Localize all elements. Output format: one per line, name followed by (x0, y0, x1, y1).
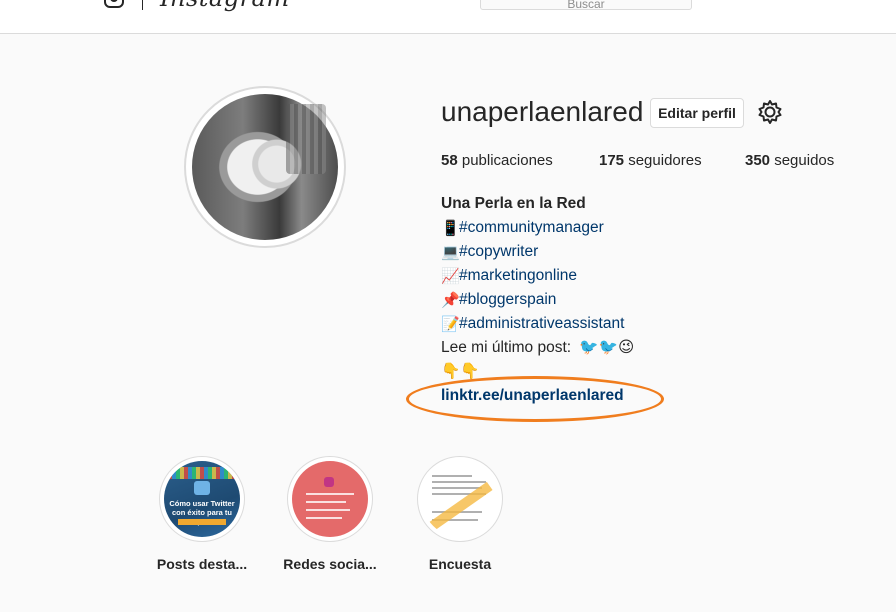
stat-following[interactable]: 350 seguidos (745, 152, 834, 169)
cover-text-line (432, 475, 472, 477)
top-nav-bar: Instagram Buscar (0, 0, 896, 34)
highlight-cover-ring[interactable] (417, 456, 503, 542)
cover-text-line (306, 493, 354, 495)
highlight-cover-ring[interactable]: Cómo usar Twitter con éxito para tu empr… (159, 456, 245, 542)
cover-text-line (432, 481, 486, 483)
chart-icon: 📈 (441, 267, 460, 285)
bio-name: Una Perla en la Red (441, 195, 586, 212)
stat-count: 175 (599, 152, 625, 169)
stat-count: 350 (745, 152, 771, 169)
bio-line: 📝 #administrativeassistant (441, 312, 634, 336)
stat-label: seguidos (774, 152, 835, 169)
highlight-redes-sociales[interactable]: Redes socia... (275, 456, 385, 572)
cover-text-line (306, 509, 350, 511)
highlight-label: Redes socia... (283, 556, 377, 572)
cover-text-line (306, 501, 346, 503)
bio-line: 📈 #marketingonline (441, 264, 634, 288)
instagram-logo-icon[interactable] (104, 0, 124, 8)
highlight-label: Posts desta... (156, 556, 248, 572)
memo-icon: 📝 (441, 315, 460, 333)
highlight-label: Encuesta (428, 556, 492, 572)
twitter-bird-icon (194, 481, 210, 495)
instagram-wordmark[interactable]: Instagram (160, 0, 290, 12)
bio-line: 📌 #bloggerspain (441, 288, 634, 312)
stat-count: 58 (441, 152, 458, 169)
highlight-posts-destacados[interactable]: Cómo usar Twitter con éxito para tu empr… (147, 456, 257, 572)
profile-avatar[interactable] (184, 86, 346, 248)
hashtag-link[interactable]: #copywriter (459, 240, 538, 264)
cover-text-line (432, 487, 482, 489)
profile-username: unaperlaenlared (441, 96, 644, 127)
stat-followers[interactable]: 175 seguidores (599, 152, 702, 169)
avatar-photo (192, 94, 338, 240)
nav-divider (142, 0, 143, 10)
hashtag-link[interactable]: #marketingonline (459, 264, 577, 288)
search-input[interactable]: Buscar (480, 0, 692, 10)
cover-text-line (306, 517, 342, 519)
bird-emoji-icons: 🐦🐦😉 (579, 339, 635, 356)
stat-posts: 58 publicaciones (441, 152, 553, 169)
edit-profile-button[interactable]: Editar perfil (650, 98, 744, 128)
highlight-cover-ring[interactable] (287, 456, 373, 542)
highlight-cover-image: Cómo usar Twitter con éxito para tu empr… (164, 461, 240, 537)
bio-post-text: Lee mi último post: (441, 339, 572, 356)
confetti-decoration (164, 467, 240, 479)
instagram-icon (324, 477, 334, 487)
stat-label: publicaciones (461, 152, 553, 169)
annotation-highlight-oval (406, 376, 664, 422)
highlight-cover-image (422, 461, 498, 537)
watermark-stripe (429, 481, 493, 531)
bio-post-line: Lee mi último post: 🐦🐦😉 (441, 336, 634, 360)
highlight-cover-tag (178, 519, 226, 525)
hashtag-link[interactable]: #administrativeassistant (459, 312, 624, 336)
bio-line: 📱 #communitymanager (441, 216, 634, 240)
highlight-encuesta[interactable]: Encuesta (405, 456, 515, 572)
hashtag-link[interactable]: #communitymanager (459, 216, 604, 240)
mobile-phone-icon: 📱 (441, 219, 460, 237)
hashtag-link[interactable]: #bloggerspain (459, 288, 556, 312)
laptop-icon: 💻 (441, 243, 460, 261)
bio-line: 💻 #copywriter (441, 240, 634, 264)
gear-icon[interactable] (756, 98, 784, 126)
pushpin-icon: 📌 (441, 291, 460, 309)
highlight-cover-image (292, 461, 368, 537)
stat-label: seguidores (628, 152, 702, 169)
